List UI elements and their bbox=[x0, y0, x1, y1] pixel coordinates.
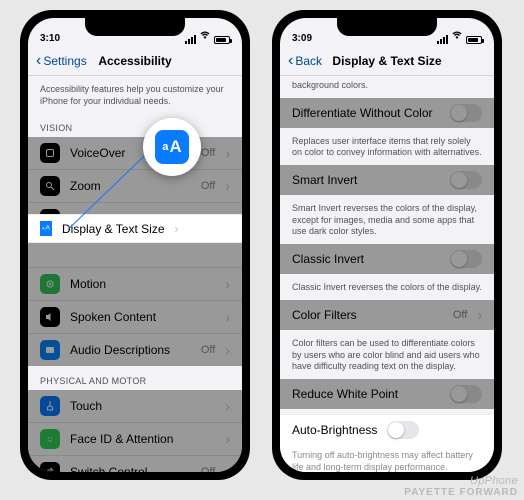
notch bbox=[85, 18, 185, 36]
voiceover-icon bbox=[40, 143, 60, 163]
text-size-icon: aA bbox=[155, 130, 189, 164]
svg-text:A: A bbox=[46, 225, 51, 232]
screen-dimmed-area: 3:10 ‹ Settings Accessibility Accessibil… bbox=[28, 18, 242, 472]
row-label: Motion bbox=[70, 277, 215, 291]
row-switch-control[interactable]: Switch Control Off › bbox=[28, 455, 242, 472]
svg-text:A: A bbox=[42, 226, 45, 231]
chevron-right-icon: › bbox=[225, 178, 230, 194]
row-desc: Smart Invert reverses the colors of the … bbox=[280, 195, 494, 244]
nav-bar: ‹ Settings Accessibility bbox=[28, 46, 242, 76]
intro-text: Accessibility features help you customiz… bbox=[28, 76, 242, 113]
row-audio-descriptions[interactable]: Audio Descriptions Off › bbox=[28, 333, 242, 366]
chevron-right-icon: › bbox=[225, 342, 230, 358]
toggle-switch[interactable] bbox=[450, 385, 482, 403]
row-color-filters[interactable]: Color Filters Off › bbox=[280, 300, 494, 330]
callout-bubble: aA bbox=[143, 118, 201, 176]
row-label: Zoom bbox=[70, 179, 191, 193]
phone-left: 3:10 ‹ Settings Accessibility Accessibil… bbox=[20, 10, 250, 480]
row-label: Color Filters bbox=[292, 308, 443, 322]
row-smart-invert[interactable]: Smart Invert bbox=[280, 165, 494, 195]
row-label: Face ID & Attention bbox=[70, 432, 215, 446]
toggle-switch[interactable] bbox=[450, 104, 482, 122]
watermark: UpPhone PAYETTE FORWARD bbox=[404, 475, 518, 498]
row-touch[interactable]: Touch › bbox=[28, 390, 242, 422]
row-differentiate-color[interactable]: Differentiate Without Color bbox=[280, 98, 494, 128]
row-label: Display & Text Size bbox=[62, 222, 165, 236]
row-value: Off bbox=[201, 466, 215, 472]
wifi-icon bbox=[451, 29, 463, 44]
battery-icon bbox=[466, 36, 482, 44]
row-desc: Replaces user interface items that rely … bbox=[280, 128, 494, 165]
section-header-motor: PHYSICAL AND MOTOR bbox=[28, 366, 242, 390]
toggle-switch[interactable] bbox=[387, 421, 419, 439]
row-label: Classic Invert bbox=[292, 252, 440, 266]
row-faceid[interactable]: Face ID & Attention › bbox=[28, 422, 242, 455]
status-time: 3:09 bbox=[292, 33, 312, 44]
row-desc: Color filters can be used to differentia… bbox=[280, 330, 494, 379]
row-label: Auto-Brightness bbox=[292, 423, 377, 437]
chevron-right-icon: › bbox=[225, 309, 230, 325]
row-value: Off bbox=[201, 147, 215, 159]
motion-icon bbox=[40, 274, 60, 294]
switch-control-icon bbox=[40, 462, 60, 472]
page-title: Accessibility bbox=[28, 54, 242, 68]
scrolled-desc-fragment: background colors. bbox=[280, 76, 494, 98]
chevron-right-icon: › bbox=[225, 431, 230, 447]
chevron-right-icon: › bbox=[225, 145, 230, 161]
nav-bar: ‹ Back Display & Text Size bbox=[280, 46, 494, 76]
row-label: Switch Control bbox=[70, 465, 191, 472]
row-desc-auto-brightness: Turning off auto-brightness may affect b… bbox=[280, 445, 494, 472]
chevron-right-icon: › bbox=[175, 222, 179, 236]
notch bbox=[337, 18, 437, 36]
toggle-switch[interactable] bbox=[450, 250, 482, 268]
row-auto-brightness[interactable]: Auto-Brightness bbox=[280, 414, 494, 446]
battery-icon bbox=[214, 36, 230, 44]
row-motion[interactable]: Motion › bbox=[28, 267, 242, 300]
row-label: Audio Descriptions bbox=[70, 343, 191, 357]
spoken-content-icon bbox=[40, 307, 60, 327]
row-label: Touch bbox=[70, 399, 215, 413]
row-value: Off bbox=[201, 344, 215, 356]
toggle-switch[interactable] bbox=[450, 171, 482, 189]
row-spoken-content[interactable]: Spoken Content › bbox=[28, 300, 242, 333]
audio-descriptions-icon bbox=[40, 340, 60, 360]
screen-dimmed-area: 3:09 ‹ Back Display & Text Size backgrou… bbox=[280, 18, 494, 472]
row-label: Reduce White Point bbox=[292, 387, 440, 401]
chevron-right-icon: › bbox=[477, 307, 482, 323]
zoom-icon bbox=[40, 176, 60, 196]
row-label: Smart Invert bbox=[292, 173, 440, 187]
watermark-line2: PAYETTE FORWARD bbox=[404, 487, 518, 498]
wifi-icon bbox=[199, 29, 211, 44]
chevron-right-icon: › bbox=[225, 398, 230, 414]
status-time: 3:10 bbox=[40, 33, 60, 44]
status-indicators bbox=[437, 29, 482, 44]
faceid-icon bbox=[40, 429, 60, 449]
row-zoom[interactable]: Zoom Off › bbox=[28, 169, 242, 202]
row-value: Off bbox=[453, 309, 467, 321]
chevron-right-icon: › bbox=[225, 464, 230, 472]
watermark-line1: UpPhone bbox=[404, 475, 518, 487]
row-reduce-white-point[interactable]: Reduce White Point bbox=[280, 379, 494, 409]
row-label: Differentiate Without Color bbox=[292, 106, 440, 120]
row-classic-invert[interactable]: Classic Invert bbox=[280, 244, 494, 274]
row-desc: Classic Invert reverses the colors of th… bbox=[280, 274, 494, 300]
chevron-right-icon: › bbox=[225, 276, 230, 292]
text-size-icon: AA bbox=[40, 221, 52, 236]
row-display-text-size[interactable]: AA Display & Text Size › bbox=[28, 214, 242, 243]
cellular-icon bbox=[437, 35, 448, 44]
page-title: Display & Text Size bbox=[280, 54, 494, 68]
touch-icon bbox=[40, 396, 60, 416]
row-value: Off bbox=[201, 180, 215, 192]
section-header-vision: VISION bbox=[28, 113, 242, 137]
row-label: Spoken Content bbox=[70, 310, 215, 324]
phone-right: 3:09 ‹ Back Display & Text Size backgrou… bbox=[272, 10, 502, 480]
cellular-icon bbox=[185, 35, 196, 44]
status-indicators bbox=[185, 29, 230, 44]
